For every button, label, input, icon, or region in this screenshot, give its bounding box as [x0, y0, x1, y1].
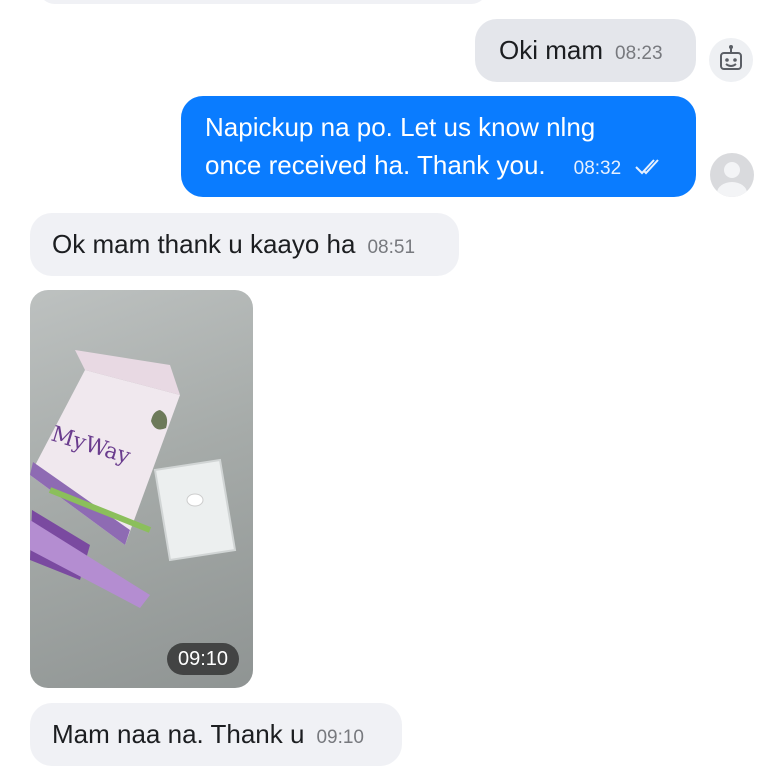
message-bubble[interactable]: Oki mam 08:23 [475, 19, 696, 82]
double-check-icon [634, 148, 660, 186]
robot-face-icon[interactable] [709, 38, 753, 82]
photo-attachment[interactable]: MyWay [30, 290, 253, 688]
message-text: Ok mam thank u kaayo ha [52, 229, 356, 259]
message-bubble[interactable]: Napickup na po. Let us know nlng once re… [181, 96, 696, 197]
message-time: 08:51 [367, 237, 416, 258]
message-time: 08:32 [573, 158, 622, 179]
message-bubble[interactable]: Ok mam thank u kaayo ha 08:51 [30, 213, 459, 276]
cut-off-message-bubble [38, 0, 488, 4]
message-text: Oki mam [499, 35, 603, 65]
message-text-line-2: once received ha. Thank you. [205, 150, 546, 180]
message-time: 08:23 [615, 43, 663, 64]
message-text-line-1: Napickup na po. Let us know nlng [205, 112, 596, 142]
default-avatar-icon [710, 153, 754, 197]
photo-time-badge: 09:10 [167, 643, 239, 675]
message-bubble[interactable]: Mam naa na. Thank u 09:10 [30, 703, 402, 766]
message-text: Mam naa na. Thank u [52, 719, 305, 749]
message-time: 09:10 [316, 727, 364, 748]
